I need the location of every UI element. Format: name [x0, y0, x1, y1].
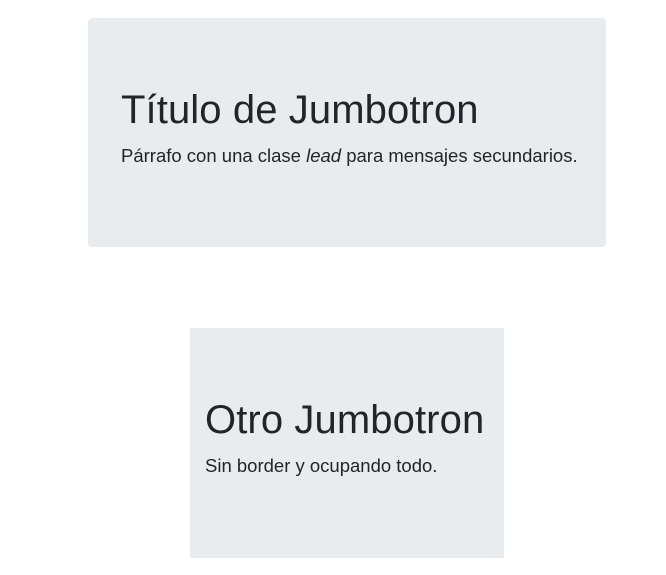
jumbotron-primary: Título de Jumbotron Párrafo con una clas…	[88, 18, 606, 247]
jumbotron-secondary: Otro Jumbotron Sin border y ocupando tod…	[190, 328, 504, 558]
lead-emphasis: lead	[306, 145, 342, 166]
jumbotron-primary-title: Título de Jumbotron	[121, 88, 479, 132]
jumbotron-primary-lead: Párrafo con una clase lead para mensajes…	[121, 144, 606, 168]
lead-text-after: para mensajes secundarios.	[341, 145, 578, 166]
jumbotron-secondary-title: Otro Jumbotron	[205, 398, 485, 442]
lead-text-before: Párrafo con una clase	[121, 145, 307, 166]
jumbotron-secondary-lead: Sin border y ocupando todo.	[205, 455, 438, 476]
